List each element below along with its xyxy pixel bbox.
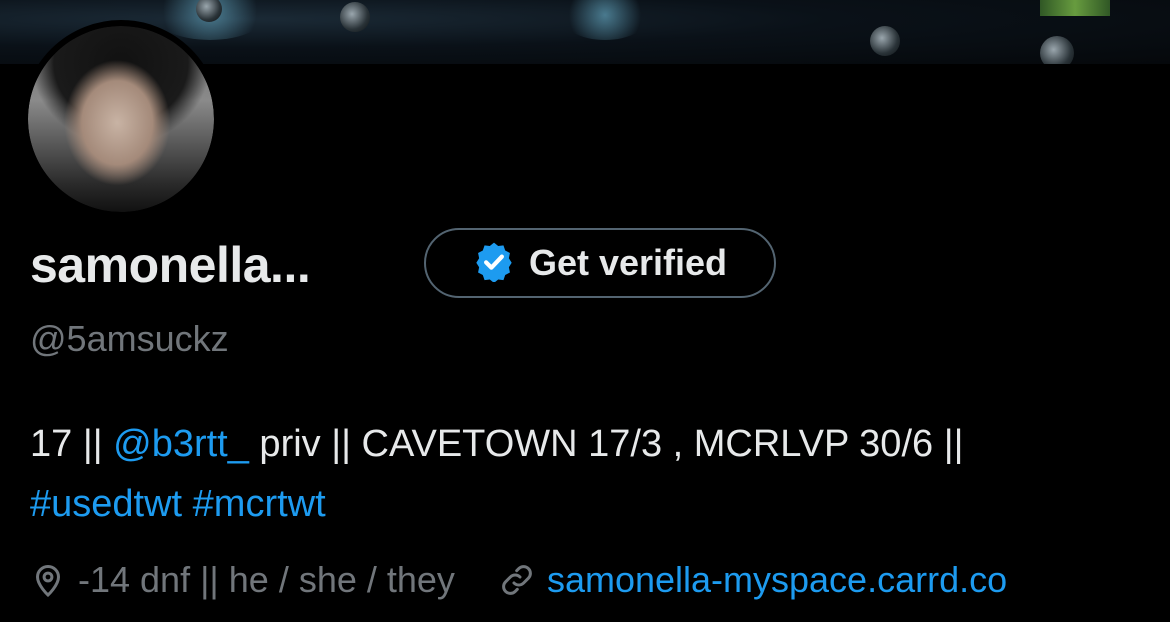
- banner-highlight: [1040, 0, 1110, 16]
- location-pin-icon: [30, 562, 66, 598]
- location-text: -14 dnf || he / she / they: [78, 559, 455, 600]
- bio-text: priv || CAVETOWN 17/3 , MCRLVP 30/6 ||: [248, 423, 964, 465]
- banner-knob: [870, 26, 900, 56]
- website-link[interactable]: samonella-myspace.carrd.co: [547, 559, 1007, 601]
- user-handle: @5amsuckz: [30, 318, 229, 359]
- link-icon: [499, 562, 535, 598]
- get-verified-label: Get verified: [528, 242, 728, 283]
- bio: 17 || @b3rtt_ priv || CAVETOWN 17/3 , MC…: [30, 414, 1150, 534]
- bio-mention-link[interactable]: @b3rtt_: [113, 423, 249, 465]
- location-item: -14 dnf || he / she / they: [30, 559, 455, 601]
- profile-meta: -14 dnf || he / she / they samonella-mys…: [30, 555, 1007, 605]
- avatar-photo: [28, 26, 214, 212]
- website-item: samonella-myspace.carrd.co: [499, 559, 1007, 601]
- bio-text: 17 ||: [30, 423, 114, 465]
- bio-hashtag-link[interactable]: #mcrtwt: [193, 483, 326, 525]
- bio-hashtag-link[interactable]: #usedtwt: [30, 483, 182, 525]
- banner-knob: [340, 2, 370, 32]
- display-name: samonella...: [30, 237, 311, 293]
- banner-knob: [1040, 36, 1074, 64]
- get-verified-button[interactable]: Get verified: [424, 228, 776, 298]
- avatar[interactable]: [22, 20, 220, 218]
- verified-badge-icon: [473, 240, 515, 287]
